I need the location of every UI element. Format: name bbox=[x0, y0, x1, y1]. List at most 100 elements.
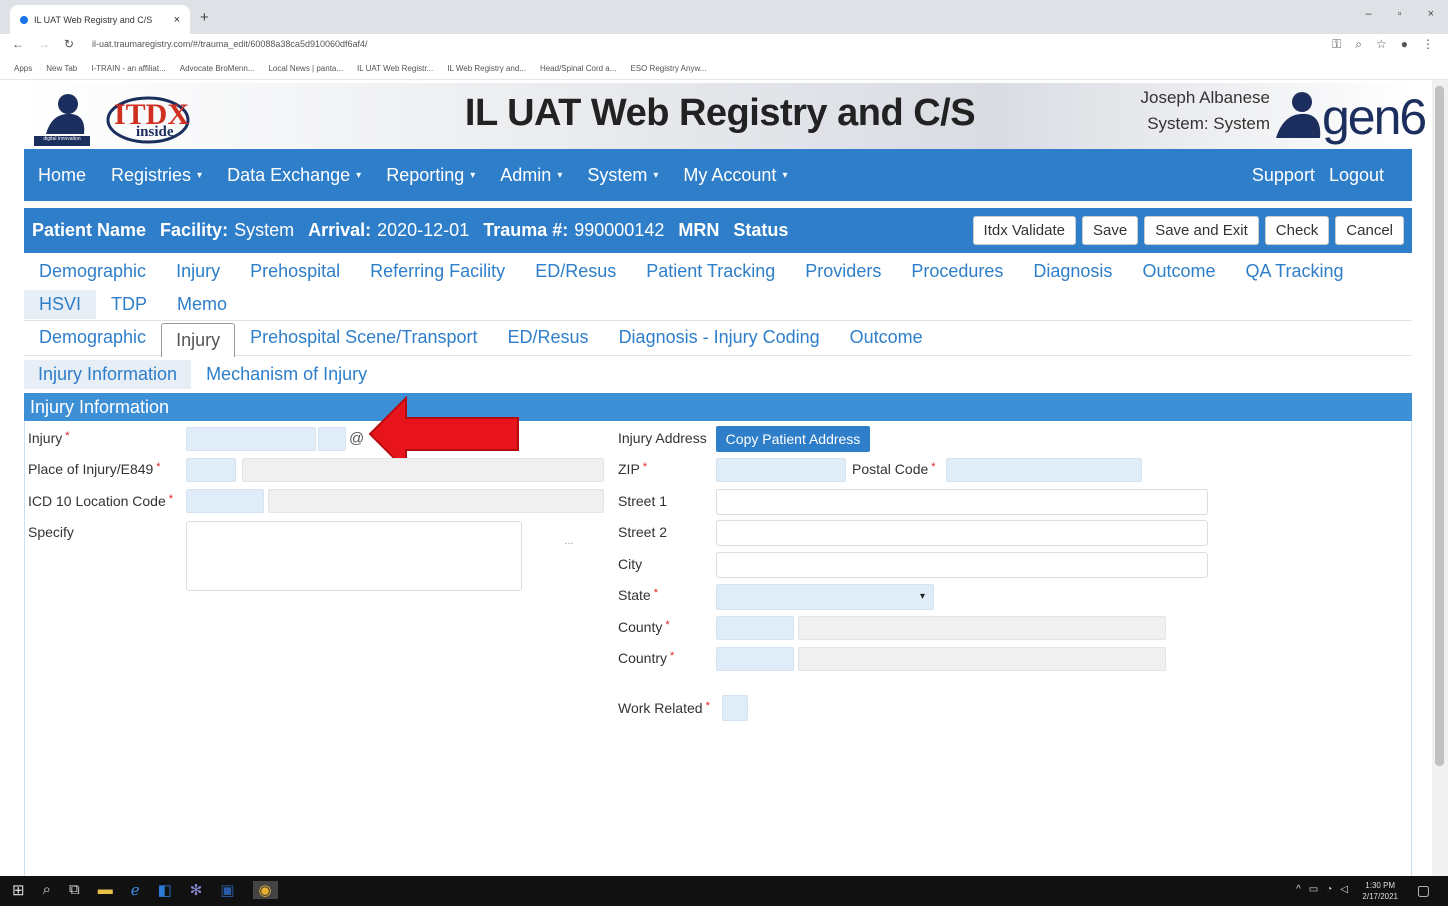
tab-tdp[interactable]: TDP bbox=[96, 294, 162, 315]
star-icon[interactable]: ☆ bbox=[1376, 37, 1387, 52]
specify-textarea[interactable] bbox=[186, 521, 522, 591]
state-select[interactable]: ▾ bbox=[716, 584, 934, 610]
wifi-icon[interactable]: ◔ bbox=[1326, 884, 1332, 895]
tab-demographic[interactable]: Demographic bbox=[24, 261, 161, 282]
itdx-validate-button[interactable]: Itdx Validate bbox=[972, 216, 1076, 245]
tab-qa-tracking[interactable]: QA Tracking bbox=[1230, 261, 1358, 282]
url-field[interactable]: il-uat.traumaregistry.com/#/trauma_edit/… bbox=[92, 39, 368, 49]
bookmark-itrain[interactable]: I-TRAIN - an affiliat... bbox=[91, 64, 166, 73]
search-icon[interactable]: ⌕ bbox=[43, 881, 51, 899]
street2-input[interactable] bbox=[716, 520, 1208, 546]
postal-code-input[interactable] bbox=[946, 458, 1142, 482]
menu-dots-icon[interactable]: ⋮ bbox=[1422, 37, 1434, 52]
subtab-diagnosis-coding[interactable]: Diagnosis - Injury Coding bbox=[604, 327, 835, 348]
tab-memo[interactable]: Memo bbox=[162, 294, 242, 315]
close-window-button[interactable]: × bbox=[1428, 8, 1434, 20]
tab-referring-facility[interactable]: Referring Facility bbox=[355, 261, 520, 282]
tray-chevron-icon[interactable]: ^ bbox=[1296, 884, 1301, 895]
country-code-input[interactable] bbox=[716, 647, 794, 671]
bookmark-il-web[interactable]: IL Web Registry and... bbox=[447, 64, 526, 73]
nav-reporting[interactable]: Reporting ▾ bbox=[386, 165, 475, 186]
minimize-button[interactable]: – bbox=[1366, 8, 1372, 20]
browser-tab[interactable]: IL UAT Web Registry and C/S × bbox=[10, 5, 190, 34]
tab-ed-resus[interactable]: ED/Resus bbox=[520, 261, 631, 282]
city-input[interactable] bbox=[716, 552, 1208, 578]
bookmark-advocate[interactable]: Advocate BroMenn... bbox=[180, 64, 255, 73]
bookmark-apps[interactable]: Apps bbox=[14, 64, 32, 73]
copy-patient-address-button[interactable]: Copy Patient Address bbox=[716, 426, 870, 452]
browser-tab-strip: IL UAT Web Registry and C/S × + – ▫ × bbox=[0, 0, 1448, 34]
file-explorer-icon[interactable]: ▬ bbox=[98, 881, 113, 899]
gen6-text: gen6 bbox=[1322, 89, 1427, 145]
teams-icon[interactable]: ✻ bbox=[190, 881, 203, 899]
cancel-button[interactable]: Cancel bbox=[1335, 216, 1404, 245]
edge-icon[interactable]: ℯ bbox=[131, 881, 140, 899]
icd10-code-input[interactable] bbox=[186, 489, 264, 513]
subtab-ed-resus[interactable]: ED/Resus bbox=[493, 327, 604, 348]
injury-time-input[interactable] bbox=[318, 427, 346, 451]
tab-procedures[interactable]: Procedures bbox=[896, 261, 1018, 282]
volume-icon[interactable]: ◁ bbox=[1340, 884, 1348, 895]
zoom-icon[interactable]: ⌕ bbox=[1355, 37, 1362, 52]
nav-system[interactable]: System ▾ bbox=[587, 165, 658, 186]
save-and-exit-button[interactable]: Save and Exit bbox=[1144, 216, 1259, 245]
restore-button[interactable]: ▫ bbox=[1398, 8, 1402, 20]
subtab-prehospital-scene[interactable]: Prehospital Scene/Transport bbox=[235, 327, 492, 348]
profile-icon[interactable]: ● bbox=[1401, 37, 1408, 52]
new-tab-button[interactable]: + bbox=[200, 9, 209, 26]
tab-diagnosis[interactable]: Diagnosis bbox=[1018, 261, 1127, 282]
tab-outcome[interactable]: Outcome bbox=[1127, 261, 1230, 282]
key-icon[interactable]: ⚿ bbox=[1332, 37, 1341, 52]
nav-home[interactable]: Home bbox=[38, 165, 86, 186]
taskbar-clock[interactable]: 1:30 PM 2/17/2021 bbox=[1362, 880, 1398, 902]
tab-prehospital[interactable]: Prehospital bbox=[235, 261, 355, 282]
bookmark-head-spinal[interactable]: Head/Spinal Cord a... bbox=[540, 64, 617, 73]
nav-buttons: ← → ↻ bbox=[12, 37, 74, 51]
reload-icon[interactable]: ↻ bbox=[64, 37, 74, 51]
save-button[interactable]: Save bbox=[1082, 216, 1139, 245]
outlook-icon[interactable]: ◧ bbox=[158, 881, 172, 899]
injury-date-input[interactable] bbox=[186, 427, 316, 451]
nav-logout[interactable]: Logout bbox=[1329, 165, 1384, 186]
bookmark-eso[interactable]: ESO Registry Anyw... bbox=[630, 64, 706, 73]
tab-providers[interactable]: Providers bbox=[790, 261, 896, 282]
notification-icon[interactable]: ▢ bbox=[1417, 882, 1430, 899]
specify-more-button[interactable]: ... bbox=[534, 527, 604, 555]
subtab-injury[interactable]: Injury bbox=[161, 322, 236, 357]
zip-input[interactable] bbox=[716, 458, 846, 482]
network-icon[interactable]: ▭ bbox=[1309, 884, 1318, 895]
facility-value: System bbox=[234, 220, 295, 240]
place-code-input[interactable] bbox=[186, 458, 236, 482]
check-button[interactable]: Check bbox=[1264, 216, 1330, 245]
task-view-icon[interactable]: ⧉ bbox=[69, 881, 80, 899]
bookmark-il-uat[interactable]: IL UAT Web Registr... bbox=[357, 64, 433, 73]
street1-input[interactable] bbox=[716, 489, 1208, 515]
tab-injury[interactable]: Injury bbox=[161, 261, 235, 282]
tab-hsvi[interactable]: HSVI bbox=[24, 290, 97, 319]
caret-down-icon: ▾ bbox=[197, 170, 203, 182]
tab-patient-tracking[interactable]: Patient Tracking bbox=[631, 261, 790, 282]
tab-close-icon[interactable]: × bbox=[174, 14, 180, 26]
subtab-demographic[interactable]: Demographic bbox=[24, 327, 161, 348]
scrollbar-thumb[interactable] bbox=[1435, 86, 1444, 766]
county-code-input[interactable] bbox=[716, 616, 794, 640]
bookmark-local-news[interactable]: Local News | panta... bbox=[268, 64, 343, 73]
user-name: Joseph Albanese bbox=[1140, 88, 1271, 107]
nav-admin[interactable]: Admin ▾ bbox=[500, 165, 562, 186]
windows-start-icon[interactable]: ⊞ bbox=[12, 881, 25, 899]
section-tab-mechanism[interactable]: Mechanism of Injury bbox=[191, 360, 382, 389]
work-related-input[interactable] bbox=[722, 695, 748, 721]
word-icon[interactable]: ▣ bbox=[220, 881, 234, 899]
app-title: IL UAT Web Registry and C/S bbox=[464, 92, 976, 134]
nav-data-exchange[interactable]: Data Exchange ▾ bbox=[227, 165, 361, 186]
section-tab-injury-information[interactable]: Injury Information bbox=[24, 359, 192, 389]
icd10-location-label: ICD 10 Location Code * bbox=[28, 493, 173, 509]
bookmark-new-tab[interactable]: New Tab bbox=[46, 64, 77, 73]
subtab-outcome[interactable]: Outcome bbox=[835, 327, 938, 348]
forward-arrow-icon[interactable]: → bbox=[38, 37, 50, 51]
back-arrow-icon[interactable]: ← bbox=[12, 37, 24, 51]
chrome-icon[interactable]: ◉ bbox=[252, 881, 278, 899]
nav-support[interactable]: Support bbox=[1252, 165, 1315, 186]
nav-registries[interactable]: Registries ▾ bbox=[111, 165, 202, 186]
nav-my-account[interactable]: My Account ▾ bbox=[683, 165, 787, 186]
